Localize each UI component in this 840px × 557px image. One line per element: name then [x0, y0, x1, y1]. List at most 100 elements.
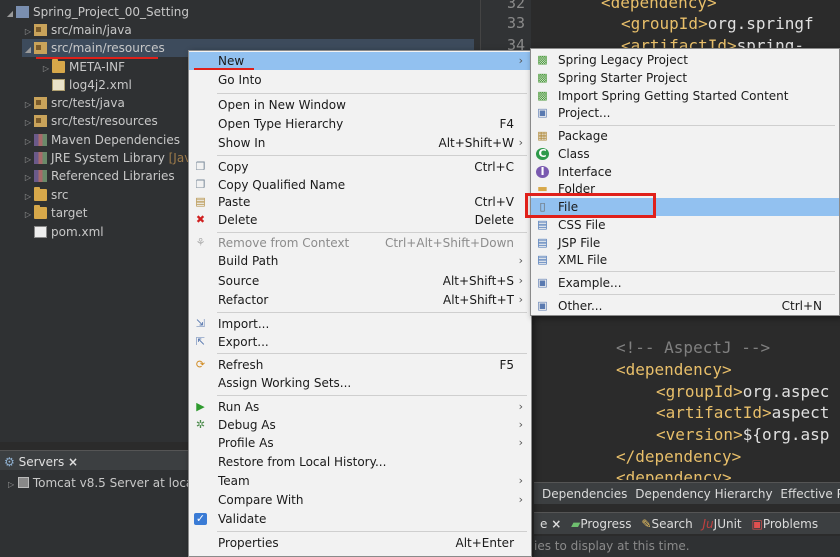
code-line: <dependency> [601, 0, 717, 12]
tab-dependencies[interactable]: Dependencies [542, 487, 627, 501]
collapse-arrow-icon[interactable]: ◢ [4, 5, 16, 23]
tree-item-target[interactable]: ▷ target [22, 204, 88, 222]
menu-item-restore-local-history[interactable]: Restore from Local History... [189, 453, 531, 471]
menu-item-open-in-new-window[interactable]: Open in New Window [189, 96, 531, 114]
tree-item-label: Maven Dependencies [51, 133, 181, 147]
tab-search[interactable]: Search [651, 517, 692, 531]
submenu-item-spring-legacy-project[interactable]: ▩ Spring Legacy Project [531, 51, 839, 69]
submenu-item-class[interactable]: C Class [531, 145, 839, 163]
menu-item-export[interactable]: ⇱ Export... [189, 333, 531, 351]
tree-item-meta-inf[interactable]: ▷ META-INF [40, 58, 125, 76]
tree-item-log4j2[interactable]: log4j2.xml [40, 76, 132, 94]
expand-arrow-icon[interactable]: ▷ [22, 206, 34, 224]
expand-arrow-icon[interactable]: ▷ [22, 114, 34, 132]
menu-item-label: Open in New Window [218, 98, 346, 112]
menu-item-show-in[interactable]: Show In Alt+Shift+W › [189, 134, 531, 152]
tree-item-src-test-java[interactable]: ▷ src/test/java [22, 94, 125, 112]
tree-item-label: log4j2.xml [69, 78, 132, 92]
menu-item-run-as[interactable]: ▶ Run As › [189, 398, 531, 416]
tab-junit[interactable]: JUnit [714, 517, 742, 531]
tree-item-src-test-resources[interactable]: ▷ src/test/resources [22, 112, 158, 130]
submenu-item-jsp-file[interactable]: ▤ JSP File [531, 234, 839, 252]
css-file-icon: ▤ [537, 218, 548, 231]
menu-item-profile-as[interactable]: Profile As › [189, 434, 531, 452]
menu-item-properties[interactable]: Properties Alt+Enter [189, 534, 531, 552]
code-text: aspect [771, 403, 830, 422]
line-number: 32 [506, 0, 525, 12]
menu-item-source[interactable]: Source Alt+Shift+S › [189, 272, 531, 290]
tree-item-maven-dependencies[interactable]: ▷ Maven Dependencies [22, 131, 180, 149]
menu-item-label: Validate [218, 512, 267, 526]
code-text: ${org.asp [742, 425, 830, 444]
menu-item-label: Interface [558, 165, 612, 179]
menu-item-copy-qualified-name[interactable]: ❐ Copy Qualified Name [189, 176, 531, 194]
submenu-item-package[interactable]: ▦ Package [531, 127, 839, 145]
menu-item-label: Remove from Context [218, 236, 350, 250]
menu-item-label: Example... [558, 276, 622, 290]
menu-item-import[interactable]: ⇲ Import... [189, 315, 531, 333]
expand-arrow-icon[interactable]: ▷ [8, 480, 14, 489]
tab-dependency-hierarchy[interactable]: Dependency Hierarchy [635, 487, 772, 501]
tree-item-jre-system-library[interactable]: ▷JRE System Library [JavaS [22, 149, 206, 167]
tree-item-src[interactable]: ▷ src [22, 186, 69, 204]
menu-item-label: Package [558, 129, 608, 143]
menu-item-label: Source [218, 274, 260, 288]
menu-item-label: Team [218, 474, 250, 488]
menu-item-refactor[interactable]: Refactor Alt+Shift+T › [189, 291, 531, 309]
submenu-item-example[interactable]: ▣ Example... [531, 274, 839, 292]
menu-item-paste[interactable]: ▤ Paste Ctrl+V [189, 193, 531, 211]
tree-item-label: src/main/resources [51, 41, 165, 55]
close-icon[interactable]: × [551, 517, 561, 531]
tab-progress[interactable]: Progress [580, 517, 631, 531]
class-icon: C [536, 148, 549, 160]
source-folder-icon [34, 24, 47, 36]
submenu-item-interface[interactable]: I Interface [531, 163, 839, 181]
menu-item-label: Class [558, 147, 590, 161]
tree-item-referenced-libraries[interactable]: ▷ Referenced Libraries [22, 167, 175, 185]
tree-item-pom[interactable]: pom.xml [22, 223, 104, 241]
collapse-arrow-icon[interactable]: ◢ [22, 41, 34, 59]
menu-item-label: JSP File [558, 236, 601, 250]
servers-view: ▷ Tomcat v8.5 Server at localh [0, 470, 204, 557]
spring-import-icon: ▩ [537, 89, 548, 102]
submenu-item-css-file[interactable]: ▤ CSS File [531, 216, 839, 234]
menu-item-assign-working-sets[interactable]: Assign Working Sets... [189, 374, 531, 392]
submenu-item-xml-file[interactable]: ▤ XML File [531, 251, 839, 269]
code-comment: <!-- AspectJ --> [616, 338, 771, 357]
menu-item-team[interactable]: Team › [189, 472, 531, 490]
progress-icon: ▰ [571, 517, 581, 531]
submenu-arrow-icon: › [518, 400, 523, 413]
menu-item-debug-as[interactable]: ✲ Debug As › [189, 416, 531, 434]
context-menu: New › Go Into Open in New Window Open Ty… [188, 50, 532, 557]
project-label: Spring_Project_00_Setting [33, 5, 190, 19]
close-icon[interactable]: × [68, 455, 78, 469]
menu-item-open-type-hierarchy[interactable]: Open Type Hierarchy F4 [189, 115, 531, 133]
junit-icon: Ju [702, 517, 714, 531]
menu-item-label: Other... [558, 299, 603, 313]
menu-item-build-path[interactable]: Build Path › [189, 252, 531, 270]
menu-shortcut: Alt+Shift+W [438, 136, 515, 150]
menu-separator [217, 312, 527, 313]
submenu-item-project[interactable]: ▣ Project... [531, 104, 839, 122]
tree-project-root[interactable]: ◢ Spring_Project_00_Setting [4, 3, 189, 21]
tab-effective-pom[interactable]: Effective POM [780, 487, 840, 501]
menu-item-go-into[interactable]: Go Into [189, 71, 531, 89]
menu-shortcut: F4 [499, 117, 514, 131]
menu-item-delete[interactable]: ✖ Delete Delete [189, 211, 531, 229]
menu-shortcut: Ctrl+V [474, 195, 514, 209]
server-entry[interactable]: ▷ Tomcat v8.5 Server at localh [8, 474, 204, 494]
servers-tab[interactable]: ⚙ Servers × [4, 453, 78, 471]
submenu-item-import-spring-content[interactable]: ▩ Import Spring Getting Started Content [531, 87, 839, 105]
tree-item-src-main-java[interactable]: ▷ src/main/java [22, 21, 132, 39]
submenu-arrow-icon: › [518, 418, 523, 431]
submenu-item-spring-starter-project[interactable]: ▩ Spring Starter Project [531, 69, 839, 87]
tab-problems[interactable]: Problems [763, 517, 818, 531]
tab-partial[interactable]: e [540, 517, 547, 531]
spring-starter-icon: ▩ [537, 71, 548, 84]
submenu-item-other[interactable]: ▣ Other... Ctrl+N [531, 297, 839, 315]
expand-arrow-icon[interactable]: ▷ [22, 169, 34, 187]
menu-item-refresh[interactable]: ⟳ Refresh F5 [189, 356, 531, 374]
menu-item-validate[interactable]: ✓ Validate [189, 510, 531, 528]
menu-item-compare-with[interactable]: Compare With › [189, 491, 531, 509]
menu-item-copy[interactable]: ❐ Copy Ctrl+C [189, 158, 531, 176]
